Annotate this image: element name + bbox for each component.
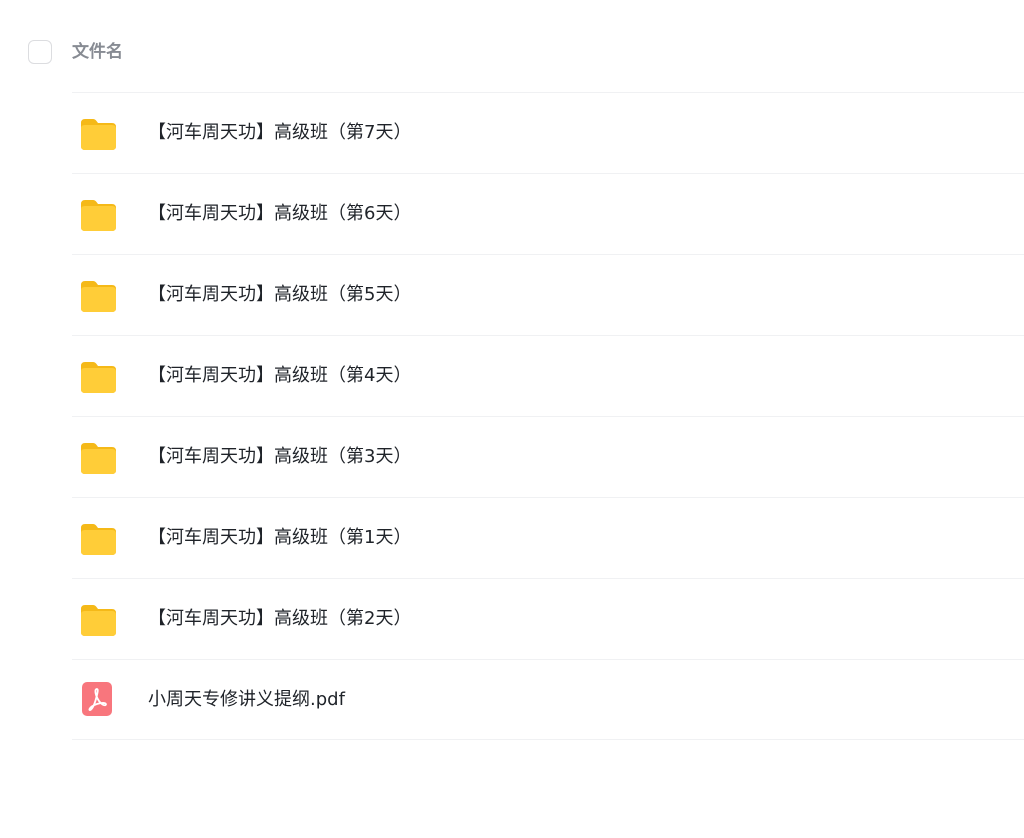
- column-title-filename[interactable]: 文件名: [72, 40, 123, 64]
- file-row-folder[interactable]: 【河车周天功】高级班（第4天）: [72, 335, 1024, 416]
- folder-icon: [81, 119, 116, 150]
- file-name[interactable]: 【河车周天功】高级班（第1天）: [148, 498, 411, 578]
- file-row-folder[interactable]: 【河车周天功】高级班（第5天）: [72, 254, 1024, 335]
- file-name[interactable]: 【河车周天功】高级班（第4天）: [148, 336, 411, 416]
- folder-icon: [81, 200, 116, 231]
- folder-icon: [81, 443, 116, 474]
- file-name[interactable]: 【河车周天功】高级班（第7天）: [148, 93, 411, 173]
- file-name[interactable]: 【河车周天功】高级班（第3天）: [148, 417, 411, 497]
- file-name[interactable]: 小周天专修讲义提纲.pdf: [148, 660, 345, 740]
- folder-icon: [81, 281, 116, 312]
- file-row-folder[interactable]: 【河车周天功】高级班（第6天）: [72, 173, 1024, 254]
- select-all-checkbox[interactable]: [28, 40, 52, 64]
- pdf-icon: [82, 682, 112, 716]
- file-row-pdf[interactable]: 小周天专修讲义提纲.pdf: [72, 659, 1024, 740]
- file-row-folder[interactable]: 【河车周天功】高级班（第2天）: [72, 578, 1024, 659]
- folder-icon: [81, 524, 116, 555]
- folder-icon: [81, 362, 116, 393]
- folder-icon: [81, 605, 116, 636]
- file-name[interactable]: 【河车周天功】高级班（第6天）: [148, 174, 411, 254]
- file-list: 【河车周天功】高级班（第7天） 【河车周天功】高级班（第6天） 【河车周天功】高…: [72, 92, 1024, 740]
- file-row-folder[interactable]: 【河车周天功】高级班（第3天）: [72, 416, 1024, 497]
- file-list-header: 文件名: [0, 0, 1024, 92]
- file-name[interactable]: 【河车周天功】高级班（第5天）: [148, 255, 411, 335]
- file-row-folder[interactable]: 【河车周天功】高级班（第1天）: [72, 497, 1024, 578]
- file-name[interactable]: 【河车周天功】高级班（第2天）: [148, 579, 411, 659]
- file-row-folder[interactable]: 【河车周天功】高级班（第7天）: [72, 92, 1024, 173]
